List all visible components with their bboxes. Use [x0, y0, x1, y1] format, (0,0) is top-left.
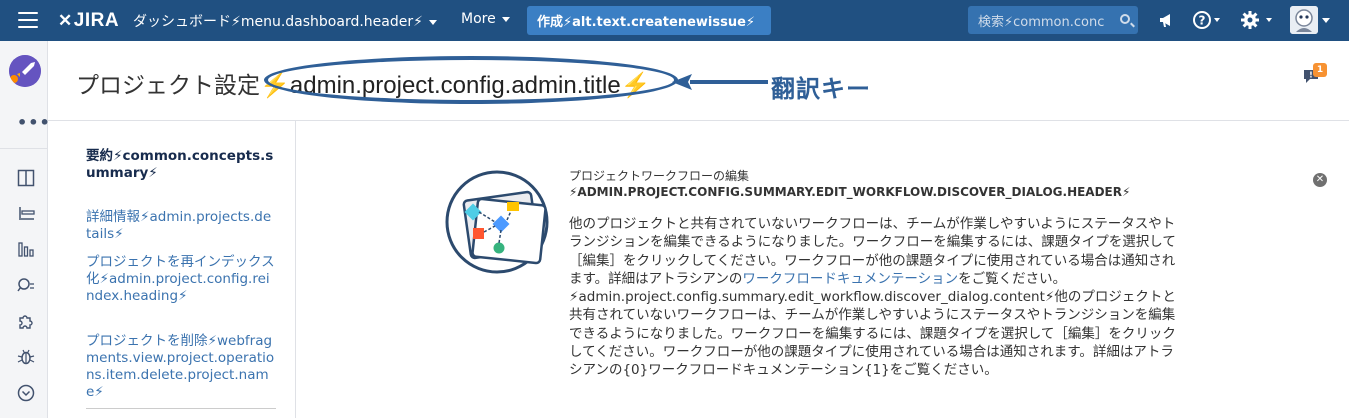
more-menu[interactable]: More: [461, 11, 510, 27]
sidebar-divider: [0, 148, 47, 149]
workflow-illustration-icon: [445, 170, 549, 274]
board-icon[interactable]: [17, 169, 35, 187]
nav-item-summary[interactable]: 要約⚡common.concepts.summary⚡: [86, 148, 276, 182]
help-icon[interactable]: ?: [1193, 10, 1221, 30]
annotation-arrow-icon: [672, 74, 768, 90]
jira-logo[interactable]: ✕ JIRA: [58, 10, 119, 32]
annotation-label: 翻訳キー: [771, 75, 871, 103]
search-icon: [1120, 14, 1130, 24]
user-avatar[interactable]: [1290, 6, 1318, 34]
notification-badge: 1: [1313, 63, 1327, 77]
project-sidebar: •••: [0, 41, 51, 418]
chevron-down-icon: [428, 19, 437, 25]
reports-icon[interactable]: [17, 240, 35, 258]
dialog-title: プロジェクトワークフローの編集: [569, 169, 750, 183]
user-avatar-icon: [1290, 6, 1318, 34]
nav-item-details[interactable]: 詳細情報⚡admin.projects.details⚡: [86, 209, 276, 243]
dialog-title-key: ⚡ADMIN.PROJECT.CONFIG.SUMMARY.EDIT_WORKF…: [569, 185, 1131, 199]
workflow-docs-link[interactable]: ワークフロードキュメンテーション: [742, 271, 958, 287]
backlog-icon[interactable]: [17, 204, 35, 222]
project-settings-nav: 要約⚡common.concepts.summary⚡ 詳細情報⚡admin.p…: [48, 121, 296, 418]
expand-circle-chevron-icon[interactable]: [17, 384, 35, 402]
add-ons-puzzle-icon[interactable]: [17, 312, 35, 330]
svg-text:?: ?: [1199, 14, 1206, 28]
project-avatar[interactable]: [9, 55, 41, 87]
chevron-down-icon: [501, 16, 510, 22]
dashboards-menu[interactable]: ダッシュボード⚡menu.dashboard.header⚡: [133, 11, 437, 31]
nav-item-reindex[interactable]: プロジェクトを再インデックス化⚡admin.project.config.rei…: [86, 254, 276, 305]
nav-item-delete-project[interactable]: プロジェクトを削除⚡webfragments.view.project.oper…: [86, 333, 276, 401]
settings-gear-icon[interactable]: [1240, 10, 1274, 30]
search-input[interactable]: 検索⚡common.conc: [968, 6, 1138, 34]
nav-divider: [86, 408, 276, 409]
dialog-body: 他のプロジェクトと共有されていないワークフローは、チームが作業しやすいようにステ…: [569, 216, 1176, 379]
close-dialog-icon[interactable]: ✕: [1313, 173, 1327, 187]
annotation-ellipse: [264, 56, 678, 104]
top-navigation-bar: ✕ JIRA ダッシュボード⚡menu.dashboard.header⚡ Mor…: [0, 0, 1349, 41]
issues-search-icon[interactable]: [17, 276, 35, 294]
megaphone-icon[interactable]: [1158, 11, 1176, 29]
more-options-icon[interactable]: •••: [17, 113, 51, 132]
menu-icon[interactable]: [18, 12, 38, 28]
main-content: プロジェクトワークフローの編集 ⚡ADMIN.PROJECT.CONFIG.SU…: [297, 121, 1349, 418]
bug-icon[interactable]: [17, 348, 35, 366]
create-button[interactable]: 作成⚡alt.text.createnewissue⚡: [527, 6, 771, 35]
rocket-icon: [9, 55, 41, 87]
chevron-down-icon[interactable]: [1321, 17, 1331, 25]
